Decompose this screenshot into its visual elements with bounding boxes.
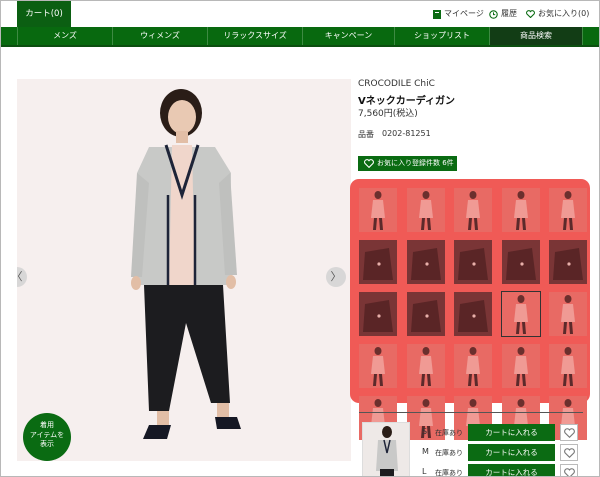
gallery-thumbnail[interactable] (359, 292, 397, 336)
thumbnail-photo (553, 248, 583, 280)
history-label: 履歴 (501, 9, 517, 18)
wear-badge-line: アイテムを (29, 430, 65, 439)
thumbnail-photo (371, 191, 385, 230)
sku-label: 品番 (358, 130, 374, 139)
thumbnail-photo (410, 300, 441, 332)
thumbnail-photo (363, 248, 393, 280)
favorite-count-button[interactable]: お気に入り登録件数 6件 (358, 156, 457, 171)
history-link[interactable]: 履歴 (489, 1, 517, 27)
heart-icon (526, 10, 535, 18)
gallery-thumbnail[interactable] (454, 188, 492, 232)
thumbnail-photo (363, 300, 393, 332)
thumbnail-photo (513, 191, 528, 230)
favorite-count-label: お気に入り登録件数 6件 (377, 159, 454, 167)
color-thumbnail[interactable] (362, 422, 410, 476)
thumbnail-photo (466, 347, 480, 386)
thumbnail-gallery (350, 179, 590, 440)
stock-status: 在庫あり (435, 429, 463, 437)
main-product-image[interactable]: 〈 〉 (17, 79, 351, 461)
mypage-icon (433, 9, 441, 19)
gallery-thumbnail[interactable] (501, 344, 540, 388)
favorites-link[interactable]: お気に入り(0) (526, 1, 589, 27)
thumbnail-photo (561, 191, 575, 230)
thumbnail-photo (561, 295, 575, 334)
page-frame: カート(0) マイページ 履歴 お気に入り(0) メンズ ウィメンズ リラックス (0, 0, 600, 477)
gallery-thumbnail[interactable] (501, 188, 540, 232)
favorites-label: お気に入り(0) (538, 9, 590, 18)
add-to-cart-button[interactable]: カートに入れる (468, 424, 555, 441)
thumbnail-photo (418, 191, 433, 230)
gallery-thumbnail[interactable] (501, 240, 540, 284)
clock-icon (489, 9, 498, 19)
wear-badge-label: 着用 アイテムを 表示 (23, 421, 71, 450)
gallery-thumbnail[interactable] (359, 188, 397, 232)
mypage-label: マイページ (444, 9, 484, 18)
gallery-thumbnail[interactable] (549, 292, 587, 336)
thumbnail-photo (505, 248, 536, 280)
gallery-thumbnail[interactable] (500, 291, 541, 337)
thumbnail-photo (410, 248, 441, 280)
gallery-thumbnail[interactable] (549, 240, 587, 284)
show-worn-items-button[interactable]: 着用 アイテムを 表示 (23, 413, 71, 461)
thumbnail-photo (466, 191, 480, 230)
wear-badge-line: 表示 (40, 440, 54, 448)
heart-icon (563, 467, 575, 476)
nav-item-relax-size[interactable]: リラックスサイズ (207, 27, 302, 45)
color-swatch-photo (363, 423, 409, 476)
thumbnail-photo (371, 347, 385, 386)
nav-item-mens[interactable]: メンズ (17, 27, 112, 45)
sku-value: 0202-81251 (382, 129, 431, 138)
model-photo (17, 79, 351, 461)
add-to-cart-button[interactable]: カートに入れる (468, 444, 555, 461)
gallery-thumbnail[interactable] (406, 240, 445, 284)
thumbnail-photo (458, 248, 488, 280)
product-title: Vネックカーディガン (358, 96, 456, 107)
mypage-link[interactable]: マイページ (433, 1, 484, 27)
thumbnail-photo (561, 347, 575, 386)
gallery-thumbnail[interactable] (406, 188, 445, 232)
gallery-thumbnail[interactable] (406, 344, 445, 388)
heart-icon (563, 427, 575, 438)
size-label: M (422, 447, 429, 456)
top-bar: カート(0) マイページ 履歴 お気に入り(0) (1, 1, 599, 27)
thumbnail-photo (418, 347, 433, 386)
nav-item-womens[interactable]: ウィメンズ (112, 27, 207, 45)
size-label: S (422, 427, 428, 436)
gallery-thumbnail[interactable] (359, 344, 397, 388)
thumbnail-photo (513, 347, 528, 386)
nav-item-shop-list[interactable]: ショップリスト (394, 27, 489, 45)
thumbnail-photo (513, 295, 528, 334)
add-favorite-button[interactable] (560, 424, 578, 441)
add-favorite-button[interactable] (560, 444, 578, 461)
heart-outline-icon (364, 159, 374, 168)
cart-tab[interactable]: カート(0) (17, 1, 71, 27)
next-image-arrow[interactable]: 〉 (326, 267, 346, 287)
gallery-thumbnail[interactable] (454, 240, 492, 284)
product-price: 7,560円(税込) (358, 109, 418, 119)
nav-item-campaign[interactable]: キャンペーン (302, 27, 394, 45)
gallery-thumbnail[interactable] (454, 292, 492, 336)
gallery-thumbnail[interactable] (454, 344, 492, 388)
main-nav: メンズ ウィメンズ リラックスサイズ キャンペーン ショップリスト 商品検索 (1, 27, 599, 47)
gallery-thumbnail[interactable] (549, 188, 587, 232)
add-to-cart-button[interactable]: カートに入れる (468, 464, 555, 476)
wear-badge-line: 着用 (40, 421, 54, 429)
heart-icon (563, 447, 575, 458)
gallery-thumbnail[interactable] (549, 344, 587, 388)
divider (359, 412, 583, 413)
nav-item-product-search[interactable]: 商品検索 (489, 27, 583, 45)
add-favorite-button[interactable] (560, 464, 578, 476)
stock-status: 在庫あり (435, 449, 463, 457)
thumbnail-photo (458, 300, 488, 332)
size-label: L (422, 467, 427, 476)
gallery-thumbnail[interactable] (406, 292, 445, 336)
brand-name: CROCODILE ChiC (358, 79, 435, 89)
gallery-thumbnail[interactable] (359, 240, 397, 284)
stock-status: 在庫あり (435, 469, 463, 477)
